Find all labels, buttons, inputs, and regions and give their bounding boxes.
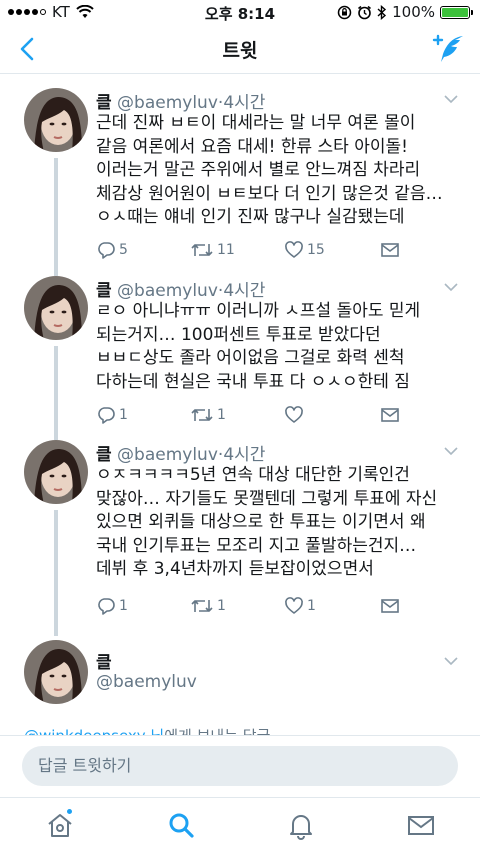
reply-button[interactable]: 5 [96, 240, 128, 260]
retweet-count: 1 [217, 407, 226, 423]
like-count: 15 [307, 242, 325, 258]
avatar[interactable] [24, 88, 88, 152]
reply-button[interactable]: 1 [96, 596, 128, 616]
messages-icon [408, 816, 434, 835]
direct-message-button[interactable] [380, 240, 400, 260]
focused-tweet[interactable]: 클 @baemyluv [0, 640, 480, 720]
like-count: 1 [307, 598, 316, 614]
rotation-lock-icon [337, 5, 352, 19]
reply-count: 5 [119, 242, 128, 258]
display-name[interactable]: 클 [96, 281, 112, 301]
battery-percentage: 100% [392, 3, 435, 21]
thread-line [54, 510, 58, 636]
tweet-header: 클 @baemyluv·4시간 [96, 440, 265, 465]
battery-icon [440, 5, 473, 19]
envelope-icon [381, 408, 399, 422]
new-tweets-badge [66, 808, 73, 815]
avatar[interactable] [24, 440, 88, 504]
reply-icon [98, 598, 115, 615]
retweet-count: 11 [217, 242, 235, 258]
retweet-button[interactable]: 1 [190, 405, 226, 425]
thread-line [54, 346, 58, 440]
retweet-icon [191, 409, 213, 421]
status-bar: KT 오후 8:14 100% [0, 0, 480, 24]
tweet-actions: 1 1 1 [96, 596, 416, 618]
page-title: 트윗 [222, 40, 258, 62]
profile-photo-icon [24, 440, 88, 504]
heart-icon [285, 406, 303, 423]
reply-button[interactable]: 1 [96, 405, 128, 425]
nav-bar: 트윗 [0, 24, 480, 74]
reply-input[interactable]: 답글 트윗하기 [22, 746, 458, 786]
retweet-button[interactable]: 1 [190, 596, 226, 616]
tweet-header: 클 @baemyluv·4시간 [96, 276, 265, 301]
heart-icon [285, 241, 303, 258]
tweet-actions: 1 1 [96, 405, 416, 427]
retweet-button[interactable]: 11 [190, 240, 235, 260]
envelope-icon [381, 599, 399, 613]
envelope-icon [381, 243, 399, 257]
tab-messages[interactable] [406, 810, 436, 840]
tweet-text: ㅇㅈㅋㅋㅋㅋ5년 연속 대상 대단한 기록인건 맞잖아… 자기들도 못깰텐데 그… [96, 465, 438, 579]
battery-level [442, 7, 468, 17]
replying-to-label[interactable]: @winkdeepsexy 님에게 보내는 답글 [24, 722, 464, 736]
tweet-header: 클 @baemyluv·4시간 [96, 88, 265, 113]
user-handle[interactable]: @baemyluv [117, 281, 218, 301]
display-name[interactable]: 클 [96, 648, 112, 673]
avatar[interactable] [24, 276, 88, 340]
status-right: 100% [337, 3, 473, 21]
tab-bar [0, 797, 480, 853]
tweet-time[interactable]: 4시간 [223, 93, 265, 113]
chevron-down-icon[interactable] [444, 656, 458, 666]
retweet-count: 1 [217, 598, 226, 614]
tab-notifications[interactable] [286, 810, 316, 840]
reply-icon [98, 407, 115, 424]
display-name[interactable]: 클 [96, 445, 112, 465]
tweet-text: ㄹㅇ 아니냐ㅠㅠ 이러니까 ㅅ프설 돌아도 믿게 되는거지… 100퍼센트 투표… [96, 301, 421, 392]
notifications-icon [290, 815, 312, 840]
tweet-2[interactable]: 클 @baemyluv·4시간 ㄹㅇ 아니냐ㅠㅠ 이러니까 ㅅ프설 돌아도 믿게… [0, 276, 480, 440]
tweet-time[interactable]: 4시간 [223, 445, 265, 465]
thread-line [54, 158, 58, 276]
heart-icon [285, 597, 303, 614]
tweet-1[interactable]: 클 @baemyluv·4시간 근데 진짜 ㅂㅌ이 대세라는 말 너무 여론 몰… [0, 88, 480, 276]
direct-message-button[interactable] [380, 405, 400, 425]
chevron-down-icon[interactable] [444, 282, 458, 292]
like-button[interactable]: 1 [284, 596, 316, 616]
profile-photo-icon [24, 640, 88, 704]
bluetooth-icon [377, 4, 387, 20]
chevron-down-icon[interactable] [444, 446, 458, 456]
user-handle[interactable]: @baemyluv [117, 93, 218, 113]
tweet-3[interactable]: 클 @baemyluv·4시간 ㅇㅈㅋㅋㅋㅋ5년 연속 대상 대단한 기록인건 … [0, 440, 480, 636]
tab-home[interactable] [45, 808, 75, 840]
like-button[interactable]: 15 [284, 240, 325, 260]
chevron-down-icon[interactable] [444, 94, 458, 104]
alarm-icon [358, 5, 372, 19]
search-icon [169, 813, 194, 838]
like-button[interactable] [284, 405, 307, 425]
direct-message-button[interactable] [380, 596, 400, 616]
profile-photo-icon [24, 276, 88, 340]
reply-icon [98, 242, 115, 259]
reply-count: 1 [119, 598, 128, 614]
tweet-actions: 5 11 15 [96, 240, 416, 262]
user-handle[interactable]: @baemyluv [117, 445, 218, 465]
display-name[interactable]: 클 [96, 93, 112, 113]
reply-count: 1 [119, 407, 128, 423]
retweet-icon [191, 600, 213, 612]
profile-photo-icon [24, 88, 88, 152]
avatar[interactable] [24, 640, 88, 704]
user-handle[interactable]: @baemyluv [96, 672, 197, 692]
tab-search[interactable] [166, 810, 196, 840]
tweet-time[interactable]: 4시간 [223, 281, 265, 301]
compose-tweet-icon[interactable] [430, 32, 466, 66]
tweet-text: 근데 진짜 ㅂㅌ이 대세라는 말 너무 여론 몰이 같음 여론에서 요즘 대세!… [96, 113, 443, 227]
reply-composer-bar: 답글 트윗하기 [0, 735, 480, 797]
retweet-icon [191, 244, 213, 256]
